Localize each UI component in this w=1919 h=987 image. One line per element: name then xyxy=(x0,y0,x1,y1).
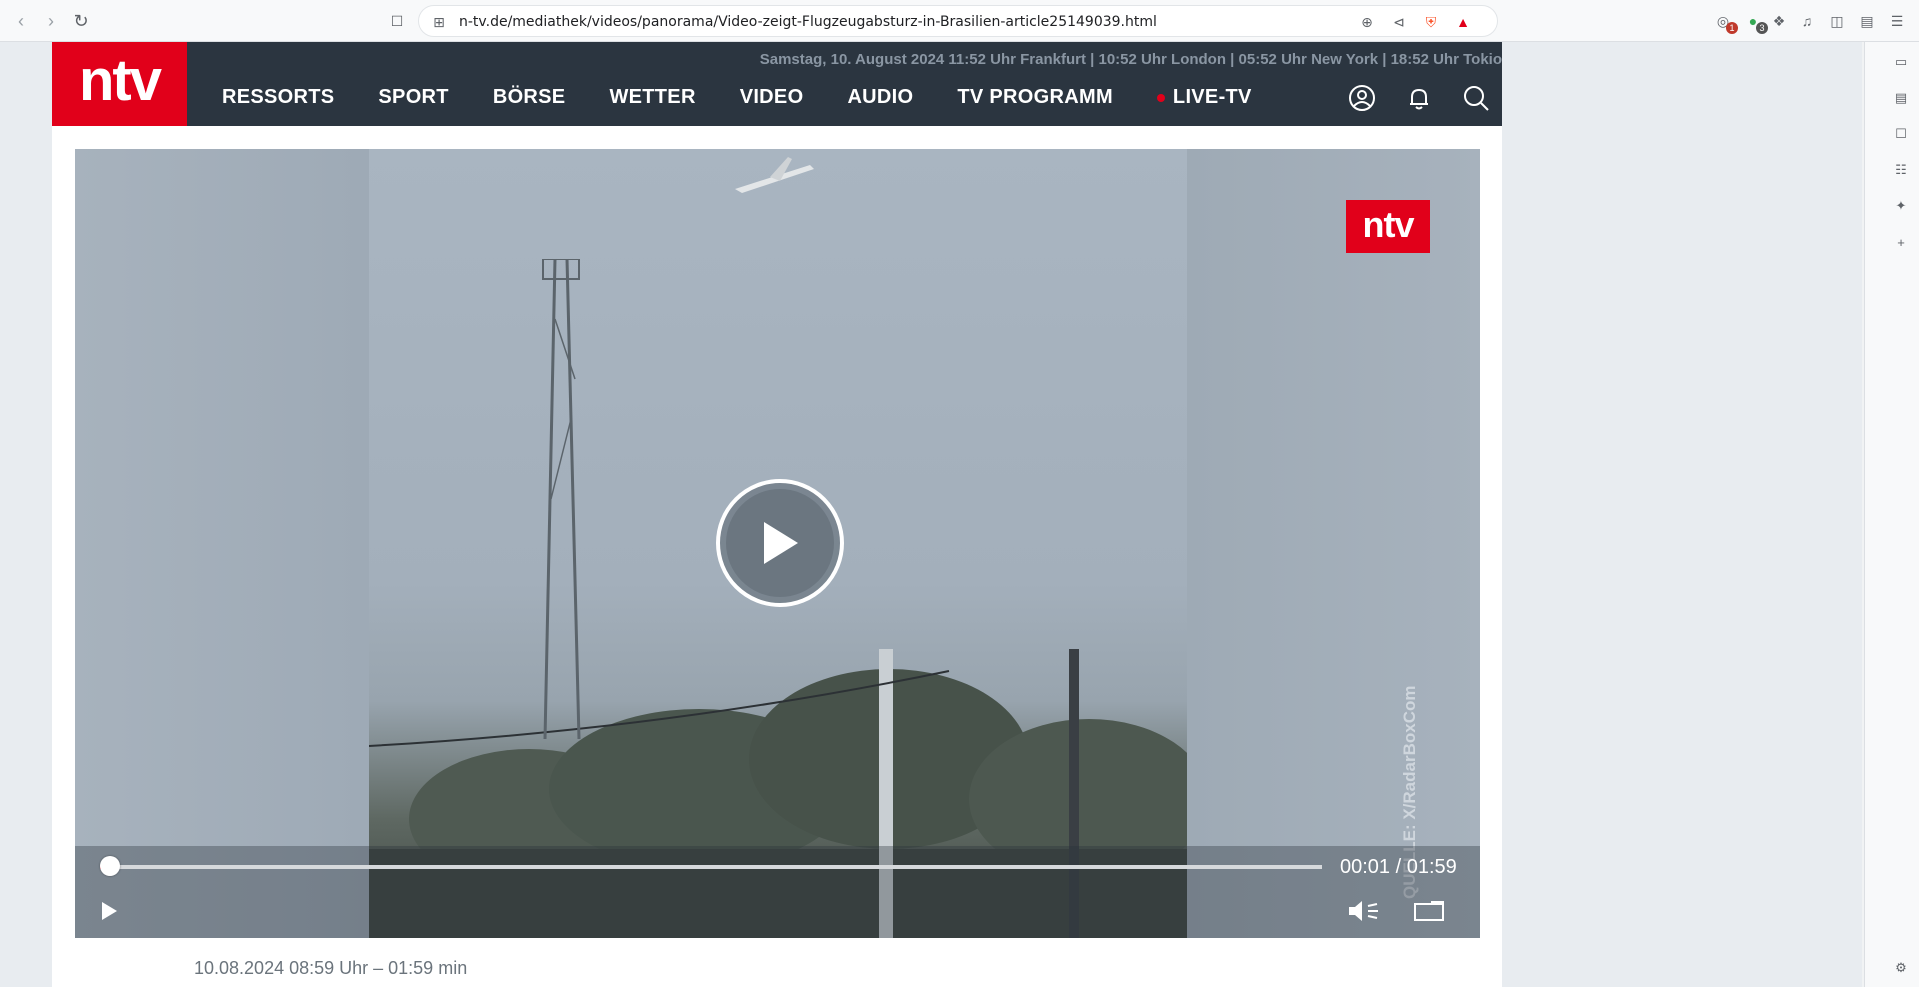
ntv-logo[interactable]: ntv xyxy=(52,42,187,126)
add-panel-icon[interactable]: + xyxy=(1891,232,1911,252)
radio-tower xyxy=(542,259,581,739)
bookmark-icon[interactable]: ☐ xyxy=(384,8,410,34)
player-controls xyxy=(75,846,1480,938)
media-icon[interactable]: ♫ xyxy=(1796,10,1818,32)
wallet-panel-icon[interactable]: ▤ xyxy=(1891,88,1911,108)
share-icon[interactable]: ⊲ xyxy=(1389,12,1409,32)
nav-item-tv-programm[interactable]: TV PROGRAMM xyxy=(957,86,1113,109)
back-icon[interactable]: ‹ xyxy=(8,8,34,34)
video-meta: 10.08.2024 08:59 Uhr – 01:59 min xyxy=(194,958,468,978)
time-display: 00:01 / 01:59 xyxy=(1340,856,1457,878)
progress-bar[interactable] xyxy=(100,865,1322,869)
url-text: n-tv.de/mediathek/videos/panorama/Video-… xyxy=(459,14,1157,30)
nav-item-ressorts[interactable]: RESSORTS xyxy=(222,86,334,109)
volume-icon[interactable] xyxy=(1347,897,1383,925)
user-icon[interactable] xyxy=(1348,84,1376,112)
live-tv-label: LIVE-TV xyxy=(1172,86,1252,108)
video-blur-right xyxy=(1187,149,1480,938)
play-big-icon xyxy=(726,489,834,597)
reload-icon[interactable]: ↻ xyxy=(68,8,94,34)
leo-icon[interactable]: ✦ xyxy=(1891,196,1911,216)
nav-item-audio[interactable]: AUDIO xyxy=(847,86,913,109)
settings-icon[interactable]: ⚙ xyxy=(1891,958,1911,978)
extension-icon[interactable]: ◎ 1 xyxy=(1712,10,1738,34)
fullscreen-icon[interactable] xyxy=(1411,897,1447,925)
address-bar[interactable]: ⊞ n-tv.de/mediathek/videos/panorama/Vide… xyxy=(418,5,1498,37)
search-icon[interactable] xyxy=(1462,84,1490,112)
tab-icon[interactable]: ▭ xyxy=(1891,52,1911,72)
menu-icon[interactable]: ☰ xyxy=(1886,10,1908,32)
nav-item-wetter[interactable]: WETTER xyxy=(609,86,695,109)
nav-item-sport[interactable]: SPORT xyxy=(378,86,448,109)
nav-item-boerse[interactable]: BÖRSE xyxy=(493,86,566,109)
site-info-icon[interactable]: ⊞ xyxy=(429,12,449,32)
puzzle-icon[interactable]: ❖ xyxy=(1768,10,1790,32)
live-dot-icon xyxy=(1156,93,1165,102)
play-icon[interactable] xyxy=(91,897,127,925)
nav-item-video[interactable]: VIDEO xyxy=(740,86,804,109)
sidebar-toggle-icon[interactable]: ◫ xyxy=(1826,10,1848,32)
nav-item-live-tv[interactable]: LIVE-TV xyxy=(1156,86,1252,109)
reading-list-icon[interactable]: ☷ xyxy=(1891,160,1911,180)
brave-shield-icon[interactable]: ⛨ xyxy=(1421,12,1441,32)
bell-icon[interactable] xyxy=(1405,84,1433,112)
dateline: Samstag, 10. August 2024 11:52 Uhr Frank… xyxy=(759,51,1502,68)
zoom-icon[interactable]: ⊕ xyxy=(1357,12,1377,32)
forward-icon[interactable]: › xyxy=(38,8,64,34)
video-watermark-logo: ntv xyxy=(1346,200,1430,253)
main-nav: RESSORTS SPORT BÖRSE WETTER VIDEO AUDIO … xyxy=(222,86,1296,109)
rewards-icon[interactable]: ▲ xyxy=(1453,12,1473,32)
extension-icon[interactable]: ● 3 xyxy=(1742,10,1768,34)
browser-side-panel: ▭ ▤ ☐ ☷ ✦ + ⚙ xyxy=(1864,42,1919,987)
wallet-icon[interactable]: ▤ xyxy=(1856,10,1878,32)
video-player[interactable]: ntv QUELLE: X/RadarBoxCom 00:01 / 01:59 xyxy=(75,149,1480,938)
play-big-button[interactable] xyxy=(716,479,844,607)
browser-toolbar: ‹ › ↻ ☐ ⊞ n-tv.de/mediathek/videos/panor… xyxy=(0,0,1919,42)
bookmarks-panel-icon[interactable]: ☐ xyxy=(1891,124,1911,144)
video-blur-left xyxy=(75,149,369,938)
airplane xyxy=(735,157,814,193)
